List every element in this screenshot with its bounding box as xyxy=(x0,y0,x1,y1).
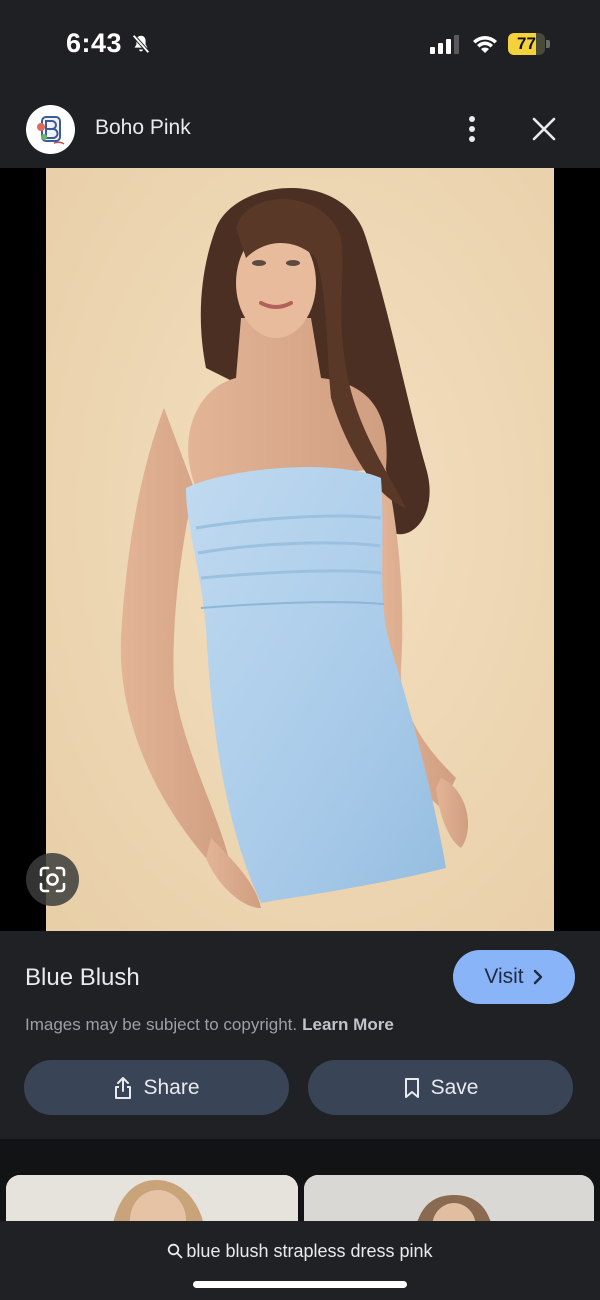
learn-more-link[interactable]: Learn More xyxy=(302,1015,394,1034)
search-query[interactable]: blue blush strapless dress pink xyxy=(0,1241,600,1262)
wifi-icon xyxy=(473,36,497,53)
result-info-panel: Blue Blush Visit Images may be subject t… xyxy=(0,931,600,1139)
status-time: 6:43 xyxy=(66,28,123,58)
battery-icon: 77 xyxy=(508,33,550,55)
copyright-notice: Images may be subject to copyright. Learn… xyxy=(25,1015,394,1035)
viewer-header: Boho Pink xyxy=(0,90,600,168)
lens-icon xyxy=(39,866,66,893)
bookmark-icon xyxy=(404,1077,419,1098)
lens-search-button[interactable] xyxy=(26,853,79,906)
search-icon xyxy=(168,1243,183,1259)
site-name[interactable]: Boho Pink xyxy=(95,116,191,140)
silent-bell-icon xyxy=(132,34,150,54)
search-query-text: blue blush strapless dress pink xyxy=(186,1241,433,1261)
signal-icon xyxy=(430,35,459,54)
status-bar: 6:43 77 xyxy=(0,0,600,90)
share-icon xyxy=(115,1076,132,1099)
more-options-icon[interactable] xyxy=(460,114,484,144)
battery-percent: 77 xyxy=(517,34,536,53)
image-preview[interactable] xyxy=(0,168,600,931)
site-logo[interactable] xyxy=(26,105,75,154)
save-button[interactable]: Save xyxy=(308,1060,573,1115)
result-title[interactable]: Blue Blush xyxy=(25,964,140,992)
save-label: Save xyxy=(430,1075,479,1099)
home-indicator[interactable] xyxy=(193,1281,407,1288)
visit-button[interactable]: Visit xyxy=(453,950,575,1004)
share-label: Share xyxy=(143,1075,200,1099)
copyright-text: Images may be subject to copyright. xyxy=(25,1015,298,1034)
visit-label: Visit xyxy=(484,965,524,988)
close-icon[interactable] xyxy=(530,115,558,143)
chevron-right-icon xyxy=(533,969,542,985)
search-query-bar[interactable]: blue blush strapless dress pink xyxy=(0,1221,600,1300)
product-photo xyxy=(46,168,554,931)
share-button[interactable]: Share xyxy=(24,1060,289,1115)
